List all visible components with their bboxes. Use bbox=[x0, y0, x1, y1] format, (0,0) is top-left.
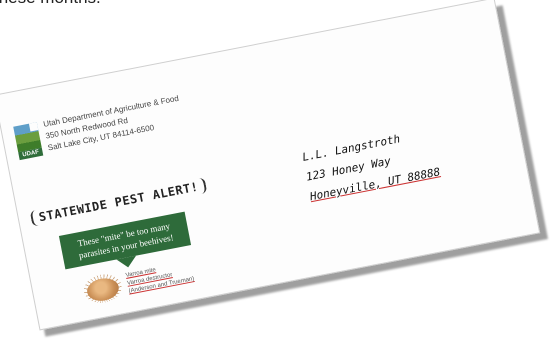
speech-bubble: These "mite" be too many parasites in yo… bbox=[58, 211, 192, 270]
sender-address: Utah Department of Agriculture & Food 35… bbox=[42, 93, 184, 155]
udaf-logo: UDAF bbox=[13, 122, 44, 161]
page-text-snippet: these months. bbox=[0, 0, 101, 8]
recipient-address: L.L. Langstroth 123 Honey Way Honeyville… bbox=[301, 123, 442, 207]
envelope: UDAF Utah Department of Agriculture & Fo… bbox=[0, 0, 541, 331]
varroa-mite-image bbox=[81, 271, 125, 306]
